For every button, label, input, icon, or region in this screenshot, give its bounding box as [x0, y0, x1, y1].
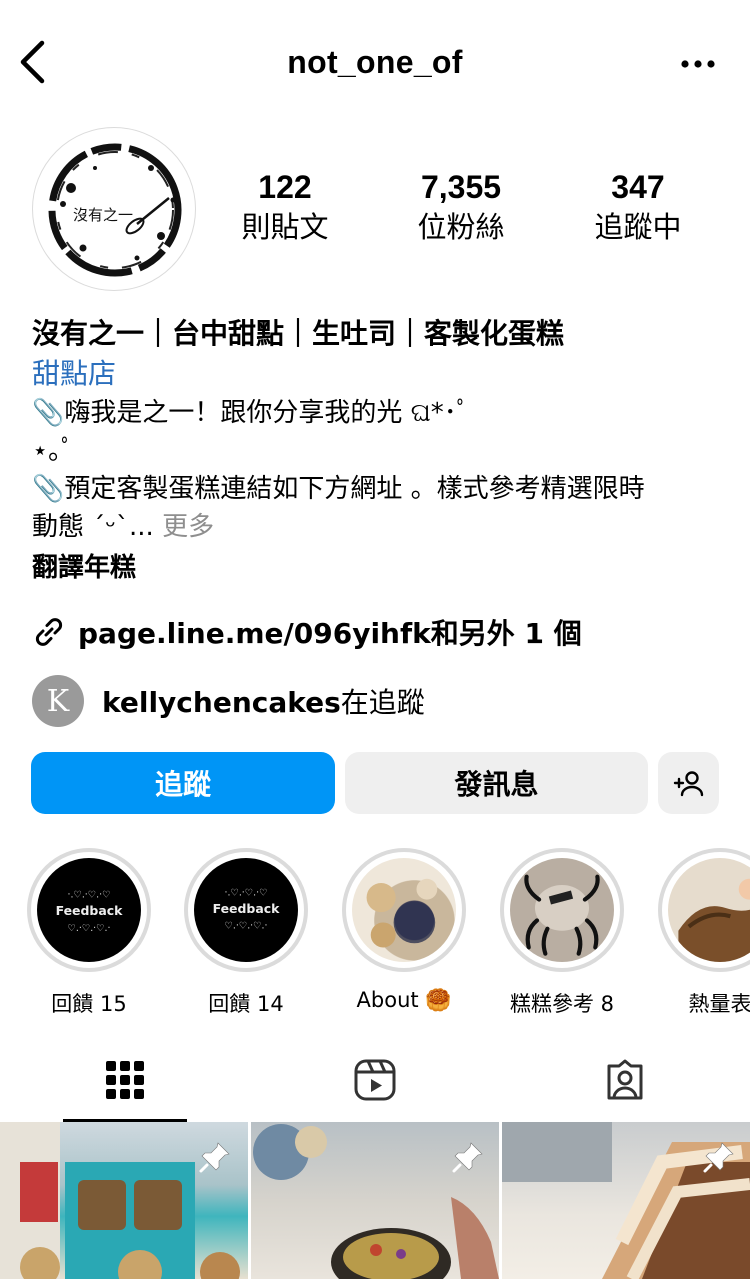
reels-icon: [354, 1059, 396, 1101]
posts-stat[interactable]: 122 則貼文: [241, 168, 328, 246]
followers-count: 7,355: [420, 169, 502, 205]
post-thumbnail[interactable]: [251, 1122, 499, 1279]
action-buttons: 追蹤 發訊息: [31, 752, 721, 814]
profile-category[interactable]: 甜點店: [32, 354, 722, 394]
link-icon: [35, 618, 63, 646]
story-highlights: ·.♡.·♡.·♡ Feedback ♡.·♡.·♡.· 回饋 15 ·.♡.·…: [0, 848, 750, 1018]
translate-link[interactable]: 翻譯年糕: [32, 548, 722, 588]
follower-avatar: K: [32, 675, 84, 727]
tab-tagged[interactable]: [563, 1040, 687, 1120]
followers-label: 位粉絲: [417, 210, 505, 244]
bio-line-2: ⋆｡ﾟ: [32, 436, 75, 466]
bio-more-link[interactable]: 更多: [162, 512, 214, 542]
follower-username: kellychencakes: [102, 686, 341, 719]
highlight-item[interactable]: ·.♡.·♡.·♡ Feedback ♡.·♡.·♡.· 回饋 14: [184, 848, 308, 1018]
svg-text:Feedback: Feedback: [56, 903, 124, 918]
follow-button[interactable]: 追蹤: [31, 752, 335, 814]
profile-username: not_one_of: [287, 44, 463, 80]
highlight-label: 熱量表: [688, 992, 750, 1016]
highlight-ring: [342, 848, 466, 972]
post-thumbnail[interactable]: [0, 1122, 248, 1279]
highlight-label: 糕糕參考 8: [509, 992, 615, 1016]
tagged-icon: [607, 1059, 643, 1100]
bio-line-1: 📎嗨我是之一！跟你分享我的光 ଘ*･ﾟ: [32, 398, 470, 428]
followers-stat[interactable]: 7,355 位粉絲: [417, 168, 504, 246]
add-user-icon: [673, 771, 703, 797]
followed-by-row[interactable]: K kellychencakes在追蹤: [32, 674, 425, 728]
suggest-users-button[interactable]: [658, 752, 719, 814]
highlight-cover: [352, 858, 456, 962]
profile-stats: 122 則貼文 7,355 位粉絲 347 追蹤中: [196, 168, 750, 258]
followed-by-text: kellychencakes在追蹤: [102, 681, 425, 721]
grid-icon: [106, 1061, 144, 1099]
following-stat[interactable]: 347 追蹤中: [594, 168, 681, 246]
svg-text:·.♡.·♡.·♡: ·.♡.·♡.·♡: [68, 890, 111, 901]
highlight-item[interactable]: 糕糕參考 8: [500, 848, 624, 1018]
highlight-ring: [658, 848, 750, 972]
svg-text:沒有之一: 沒有之一: [73, 206, 133, 224]
highlight-item[interactable]: About 🥮: [342, 848, 466, 1013]
highlight-ring: ·.♡.·♡.·♡ Feedback ♡.·♡.·♡.·: [184, 848, 308, 972]
svg-text:♡.·♡.·♡.·: ♡.·♡.·♡.·: [68, 923, 111, 934]
tab-reels[interactable]: [313, 1040, 437, 1120]
highlight-label: About 🥮: [356, 988, 452, 1012]
bio-line-4-text: 動態 ˊᵕˋ...: [32, 512, 154, 542]
highlight-ring: ·.♡.·♡.·♡ Feedback ♡.·♡.·♡.·: [27, 848, 151, 972]
svg-text:·.♡.·♡.·♡: ·.♡.·♡.·♡: [225, 887, 268, 898]
following-label: 追蹤中: [594, 210, 682, 244]
highlight-cover: ·.♡.·♡.·♡ Feedback ♡.·♡.·♡.·: [37, 858, 141, 962]
bio-link-text: page.line.me/096yihfk和另外 1 個: [78, 617, 582, 650]
profile-bio: 沒有之一｜台中甜點｜生吐司｜客製化蛋糕 甜點店 📎嗨我是之一！跟你分享我的光 ଘ…: [32, 314, 722, 588]
highlight-ring: [500, 848, 624, 972]
profile-avatar[interactable]: 沒有之一: [32, 127, 196, 291]
post-thumbnail[interactable]: [502, 1122, 750, 1279]
posts-label: 則貼文: [241, 210, 329, 244]
bio-line-3: 📎預定客製蛋糕連結如下方網址 。樣式參考精選限時: [32, 474, 645, 504]
bio-link[interactable]: page.line.me/096yihfk和另外 1 個: [32, 612, 582, 652]
highlight-label: 回饋 15: [51, 992, 127, 1016]
more-options-button[interactable]: [680, 52, 716, 76]
highlight-cover: [510, 858, 614, 962]
message-button[interactable]: 發訊息: [345, 752, 648, 814]
pin-icon: [703, 1142, 734, 1173]
more-dots-icon: [681, 60, 715, 68]
following-count: 347: [611, 169, 665, 205]
highlight-label: 回饋 14: [208, 992, 284, 1016]
pin-icon: [199, 1142, 230, 1173]
posts-count: 122: [258, 169, 312, 205]
avatar-logo: 沒有之一: [48, 143, 182, 277]
svg-text:♡.·♡.·♡.·: ♡.·♡.·♡.·: [225, 921, 268, 932]
tab-posts[interactable]: [63, 1040, 187, 1120]
header-bar: not_one_of: [0, 0, 750, 128]
highlight-item[interactable]: ·.♡.·♡.·♡ Feedback ♡.·♡.·♡.· 回饋 15: [27, 848, 151, 1018]
profile-tabs: [0, 1040, 750, 1122]
posts-grid: [0, 1122, 750, 1279]
highlight-cover: ·.♡.·♡.·♡ Feedback ♡.·♡.·♡.·: [194, 858, 298, 962]
highlight-cover: [668, 858, 750, 962]
highlight-item[interactable]: 熱量表: [658, 848, 750, 1018]
svg-text:Feedback: Feedback: [213, 901, 281, 916]
bio-line-4: 動態 ˊᵕˋ... 更多: [32, 508, 722, 546]
pin-icon: [452, 1142, 483, 1173]
followed-by-suffix: 在追蹤: [340, 686, 425, 719]
profile-display-name: 沒有之一｜台中甜點｜生吐司｜客製化蛋糕: [32, 317, 565, 350]
